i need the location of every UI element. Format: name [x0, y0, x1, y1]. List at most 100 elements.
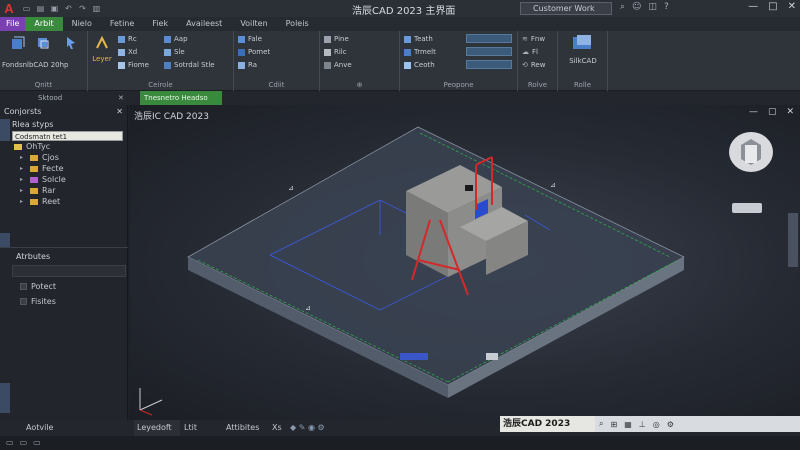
viewport-side-toolbar[interactable]	[788, 213, 798, 267]
tree-item-3[interactable]: ▸ Solcle	[0, 174, 127, 185]
subbar-left-label: Sktood	[38, 94, 63, 102]
ribbon-item-fl[interactable]: ☁ Fl	[522, 48, 538, 56]
expand-arrow-icon: ▸	[20, 198, 24, 205]
layout-tab-3[interactable]: Xs	[272, 420, 282, 436]
viewcube-icon[interactable]	[726, 127, 776, 177]
ribbon-item-teath[interactable]: Teath	[404, 35, 433, 43]
workspace-select[interactable]: Customer Work	[520, 2, 612, 15]
snap-icon[interactable]: ⊞	[610, 420, 617, 429]
ribbon-item-ra[interactable]: Ra	[238, 61, 257, 69]
rule-icon	[324, 48, 331, 56]
window-controls: — □ ✕	[748, 1, 796, 12]
redo-icon[interactable]: ↷	[78, 4, 87, 13]
window-title: 浩辰CAD 2023 主界面	[352, 6, 456, 17]
file-icon	[238, 35, 245, 43]
search-icon[interactable]: ⌕	[620, 2, 625, 12]
drawing-viewport[interactable]: 浩辰IC CAD 2023 — ▢ ✕ ⊿ ⊿ ⊿	[130, 105, 800, 420]
ribbon-item-ceoth[interactable]: Ceoth	[404, 61, 435, 69]
attr-checkbox[interactable]	[20, 298, 27, 305]
linetype-combo[interactable]	[466, 47, 512, 56]
ribbon-item-rc[interactable]: Rc	[118, 35, 137, 43]
group-label-quick: Qnitt	[34, 81, 53, 89]
color-combo[interactable]	[466, 34, 512, 43]
ribbon-item-aap[interactable]: Aap	[164, 35, 188, 43]
modify-button[interactable]	[32, 35, 54, 55]
ribbon-item-anve[interactable]: Anve	[324, 61, 352, 69]
tree-item-1[interactable]: ▸ Cjos	[0, 152, 127, 163]
ribbon-item-fnw[interactable]: ≋ Fnw	[522, 35, 545, 43]
close-components-icon[interactable]: ✕	[116, 107, 123, 116]
grid-icon[interactable]: ▦	[624, 420, 632, 429]
pointer-button[interactable]	[58, 35, 84, 55]
tab-manage[interactable]: Availeest	[177, 17, 231, 31]
titlebar-tools: ⌕ ☺ ◫ ?	[620, 2, 669, 12]
history-icon[interactable]: ▭	[20, 438, 28, 447]
minimize-button[interactable]: —	[748, 1, 758, 12]
selected-component[interactable]: Codsmatn tet1	[12, 131, 123, 141]
ribbon-item-trmelt[interactable]: Trmelt	[404, 48, 436, 56]
ribbon-item-sle[interactable]: Sle	[164, 48, 185, 56]
customize-icon[interactable]: ▭	[33, 438, 41, 447]
ribbon-item-style[interactable]: Sotrdal Stle	[164, 61, 215, 69]
layer-icon	[96, 35, 108, 49]
command-icon[interactable]: ▭	[6, 438, 14, 447]
tab-annotate[interactable]: Fetine	[101, 17, 143, 31]
attr-item-1[interactable]: Potect	[20, 281, 56, 292]
tree-item-4[interactable]: ▸ Rar	[0, 185, 127, 196]
svg-text:⊿: ⊿	[550, 181, 556, 189]
help-icon[interactable]: ?	[664, 2, 669, 12]
wifi-icon: ≋	[522, 35, 528, 43]
ribbon-item-fiome[interactable]: Fiome	[118, 61, 149, 69]
tab-home[interactable]: Arbit	[25, 17, 63, 31]
tree-item-5[interactable]: ▸ Reet	[0, 196, 127, 207]
smartcad-button[interactable]: SilkCAD	[562, 33, 604, 65]
polar-icon[interactable]: ◎	[653, 420, 660, 429]
open-file-icon[interactable]: ▤	[36, 4, 45, 13]
ribbon-item-fale[interactable]: Fale	[238, 35, 262, 43]
app-logo-icon[interactable]: A	[0, 0, 18, 17]
ribbon-item-rilc[interactable]: Rilc	[324, 48, 347, 56]
ribbon-item-pomet[interactable]: Pomet	[238, 48, 270, 56]
line-icon	[118, 35, 125, 43]
layer-button[interactable]: Leyer	[90, 35, 114, 63]
tree-item-2[interactable]: ▸ Fecte	[0, 163, 127, 174]
attr-item-2[interactable]: Fisites	[20, 296, 56, 307]
attributes-search[interactable]	[12, 265, 126, 277]
close-panel-icon[interactable]: ✕	[118, 91, 124, 105]
tab-output[interactable]: Voilten	[231, 17, 276, 31]
layout-nav-icons[interactable]: ◆ ✎ ◉ ⚙	[290, 420, 325, 436]
print-icon[interactable]: ▥	[92, 4, 101, 13]
status-left-icons: ▭ ▭ ▭	[6, 438, 41, 447]
close-button[interactable]: ✕	[788, 1, 796, 12]
document-tab[interactable]: Tnesnetro Headso	[140, 91, 222, 105]
navigation-bar[interactable]	[732, 203, 762, 213]
tab-plugins[interactable]: Poleis	[277, 17, 318, 31]
tab-insert[interactable]: Nielo	[63, 17, 101, 31]
layout-tab-model[interactable]: Leyedoft	[134, 420, 180, 436]
new-file-icon[interactable]: ▭	[22, 4, 31, 13]
maximize-button[interactable]: □	[768, 1, 777, 12]
ortho-icon[interactable]: ⊥	[639, 420, 646, 429]
pen-icon	[324, 35, 331, 43]
ribbon-item-pine[interactable]: Pine	[324, 35, 349, 43]
settings-icon[interactable]: ⚙	[667, 420, 674, 429]
layout-tab-2[interactable]: Attibites	[226, 420, 259, 436]
user-icon[interactable]: ☺	[632, 2, 641, 12]
magnifier-icon[interactable]: ⌕	[599, 419, 603, 429]
ribbon-item-rew[interactable]: ⟲ Rew	[522, 61, 545, 69]
draw-button[interactable]	[3, 35, 33, 55]
ribbon-item-xd[interactable]: Xd	[118, 48, 137, 56]
selected-sub-item[interactable]: OhTyc	[0, 141, 127, 152]
tab-view[interactable]: Fiek	[143, 17, 177, 31]
ribbon-group-edit: Fale Pomet Ra Cdiit	[234, 31, 320, 91]
app-icon	[164, 35, 171, 43]
tab-file[interactable]: File	[0, 17, 26, 31]
save-icon[interactable]: ▣	[50, 4, 59, 13]
lineweight-combo[interactable]	[466, 60, 512, 69]
undo-icon[interactable]: ↶	[64, 4, 73, 13]
attr-checkbox[interactable]	[20, 283, 27, 290]
style-icon	[164, 48, 171, 56]
layout-tab-1[interactable]: Ltit	[184, 420, 197, 436]
ribbon-group-rolle: SilkCAD Rolle	[558, 31, 608, 91]
cart-icon[interactable]: ◫	[648, 2, 657, 12]
